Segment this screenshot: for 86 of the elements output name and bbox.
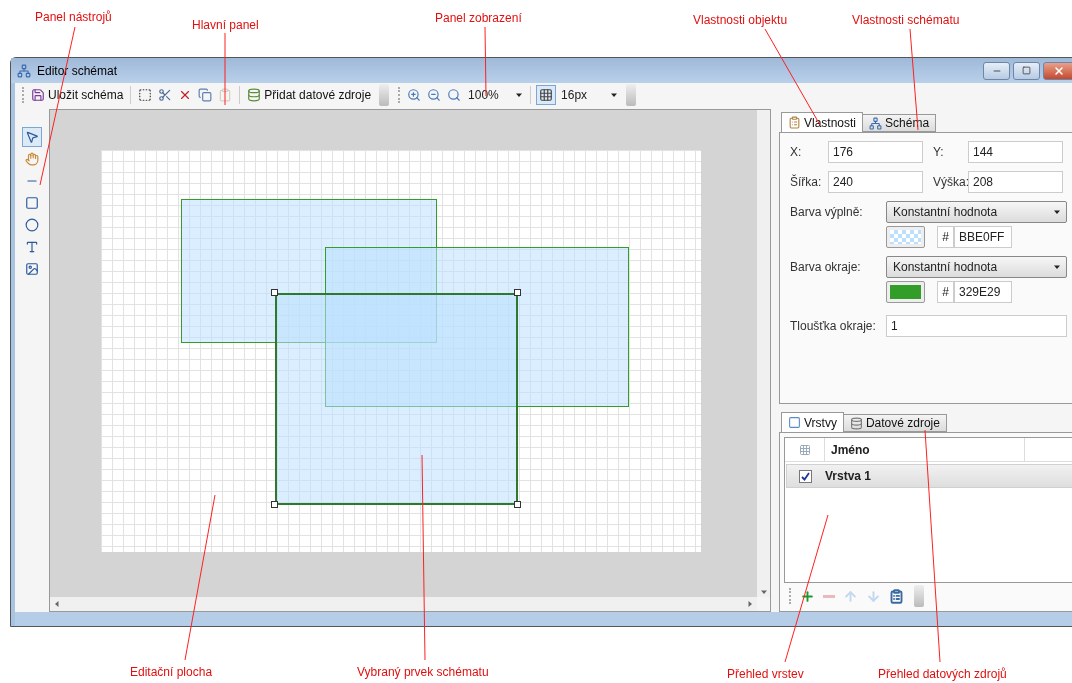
text-icon	[25, 240, 39, 254]
layer-row[interactable]: Vrstva 1	[786, 464, 1072, 488]
scroll-right-arrow-icon[interactable]	[747, 601, 753, 607]
panel-tab[interactable]: Vlastnosti	[781, 112, 864, 132]
snap-to-grid-button[interactable]	[536, 85, 557, 105]
property-label: Y:	[932, 145, 945, 159]
annotation-label: Panel nástrojů	[35, 10, 112, 24]
clipboard-icon	[218, 88, 233, 102]
panel-tab[interactable]: Vrstvy	[781, 412, 844, 432]
zoom-out-icon	[427, 88, 442, 102]
property-label: Barva okraje:	[790, 260, 862, 274]
checkmark-icon	[801, 471, 810, 481]
plus-icon	[800, 588, 815, 604]
rectangle-shape[interactable]	[274, 293, 518, 505]
annotation-label: Panel zobrazení	[435, 11, 522, 25]
property-label: Tloušťka okraje:	[790, 319, 877, 333]
copy-icon	[198, 88, 213, 102]
dropdown-caret-icon	[1054, 264, 1060, 270]
property-field[interactable]: 1	[886, 315, 1067, 337]
window-title: Editor schémat	[37, 63, 118, 78]
pointer-icon	[25, 130, 39, 144]
dropdown-caret-icon	[516, 92, 523, 98]
layer-icon	[788, 416, 801, 429]
add-data-sources-button[interactable]: Přidat datové zdroje	[245, 85, 374, 105]
property-label: Výška:	[932, 175, 968, 189]
maximize-button[interactable]	[1013, 61, 1040, 80]
zoom-in-icon	[407, 88, 422, 102]
dashed-square-icon	[138, 88, 153, 102]
zoom-dropdown[interactable]: 100%	[465, 86, 526, 104]
property-label: Šířka:	[790, 175, 823, 189]
annotation-label: Vlastnosti objektu	[693, 13, 788, 27]
minus-icon	[823, 594, 835, 598]
grid-icon	[539, 88, 554, 102]
property-label: X:	[790, 145, 803, 159]
resize-handle[interactable]	[513, 501, 521, 508]
annotation-label: Přehled datových zdrojů	[878, 667, 1007, 681]
ellipse-icon	[25, 218, 39, 232]
scroll-down-arrow-icon[interactable]	[760, 589, 767, 595]
value-mode-dropdown[interactable]: Konstantní hodnota	[886, 256, 1067, 278]
grid-icon	[798, 443, 811, 456]
grid-size-dropdown[interactable]: 16px	[558, 86, 621, 104]
value-mode-dropdown[interactable]: Konstantní hodnota	[886, 201, 1067, 223]
database-icon	[849, 416, 863, 430]
dropdown-caret-icon	[611, 92, 618, 98]
clipboard-icon	[788, 116, 801, 129]
save-button[interactable]: Uložit schéma	[29, 85, 126, 105]
property-field[interactable]: 240	[828, 171, 923, 193]
hash-label: #	[937, 281, 954, 303]
annotation-label: Vybraný prvek schématu	[357, 665, 489, 679]
image-icon	[25, 262, 39, 276]
maximize-icon	[1022, 66, 1031, 75]
dropdown-caret-icon	[1054, 209, 1060, 215]
hierarchy-icon	[869, 116, 883, 130]
resize-handle[interactable]	[270, 289, 278, 296]
resize-handle[interactable]	[270, 501, 278, 508]
property-field[interactable]: 176	[828, 141, 923, 163]
annotation-label: Vlastnosti schématu	[852, 13, 960, 27]
search-icon	[447, 88, 462, 102]
layer-name: Vrstva 1	[825, 469, 872, 483]
hand-icon	[25, 152, 39, 166]
scroll-left-arrow-icon[interactable]	[54, 601, 60, 607]
hex-color-field[interactable]: BBE0FF	[954, 226, 1012, 248]
rectangle-icon	[25, 196, 39, 210]
panel-tab[interactable]: Datové zdroje	[842, 414, 947, 432]
horizontal-scrollbar[interactable]	[50, 597, 757, 611]
visibility-checkbox[interactable]	[799, 469, 812, 483]
close-button[interactable]	[1043, 61, 1072, 80]
vertical-scrollbar[interactable]	[757, 110, 770, 597]
database-icon	[247, 88, 262, 102]
property-field[interactable]: 144	[968, 141, 1063, 163]
hex-color-field[interactable]: 329E29	[954, 281, 1012, 303]
scissors-icon	[158, 88, 173, 102]
hash-label: #	[937, 226, 954, 248]
minimize-button[interactable]	[983, 61, 1010, 80]
column-header[interactable]: Jméno	[825, 438, 1025, 461]
resize-handle[interactable]	[513, 289, 521, 296]
property-field[interactable]: 208	[968, 171, 1063, 193]
property-label: Barva výplně:	[790, 205, 864, 219]
down-arrow-icon	[866, 588, 881, 604]
hierarchy-icon	[17, 63, 31, 78]
close-icon	[1053, 64, 1065, 77]
annotation-label: Přehled vrstev	[727, 667, 804, 681]
annotation-label: Editační plocha	[130, 665, 213, 679]
clipboard-list-icon	[889, 588, 904, 604]
pointer-tool[interactable]	[22, 127, 42, 147]
annotation-label: Hlavní panel	[192, 18, 259, 32]
